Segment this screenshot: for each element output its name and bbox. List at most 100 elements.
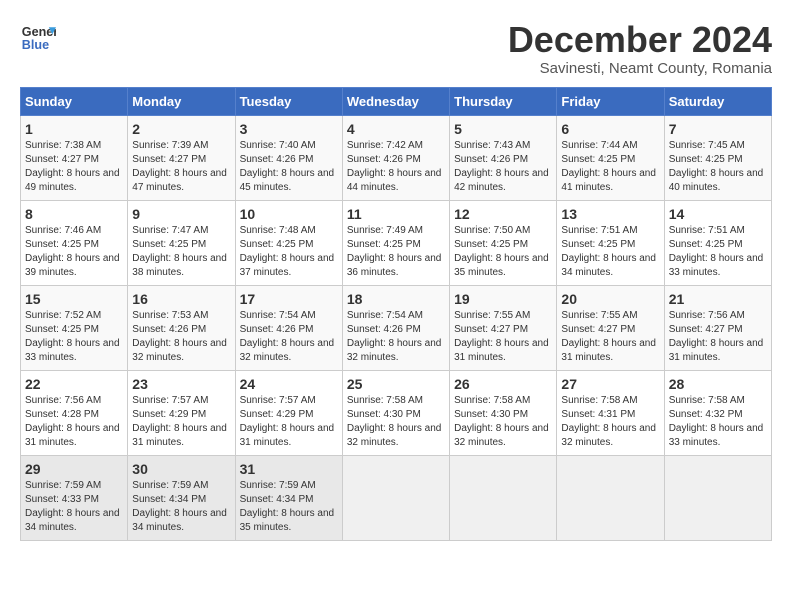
calendar-week-row: 22 Sunrise: 7:56 AM Sunset: 4:28 PM Dayli… xyxy=(21,370,772,455)
cell-info: Sunrise: 7:38 AM Sunset: 4:27 PM Dayligh… xyxy=(25,139,123,195)
cell-info: Sunrise: 7:49 AM Sunset: 4:25 PM Dayligh… xyxy=(347,224,445,280)
page-header: General Blue December 2024 Savinesti, Ne… xyxy=(20,20,772,77)
calendar-cell xyxy=(450,455,557,540)
calendar-cell: 6Sunrise: 7:44 AM Sunset: 4:25 PM Daylig… xyxy=(557,115,664,200)
calendar-cell: 18 Sunrise: 7:54 AM Sunset: 4:26 PM Dayli… xyxy=(342,285,449,370)
day-number: 7 xyxy=(669,121,767,137)
weekday-header: Sunday xyxy=(21,87,128,115)
day-number: 24 xyxy=(240,376,338,392)
cell-info: Sunrise: 7:39 AM Sunset: 4:27 PM Dayligh… xyxy=(132,139,230,195)
weekday-header: Thursday xyxy=(450,87,557,115)
day-number: 25 xyxy=(347,376,445,392)
day-number: 23 xyxy=(132,376,230,392)
day-number: 3 xyxy=(240,121,338,137)
calendar-cell: 7 Sunrise: 7:45 AM Sunset: 4:25 PM Daylig… xyxy=(664,115,771,200)
calendar-cell: 14 Sunrise: 7:51 AM Sunset: 4:25 PM Dayli… xyxy=(664,200,771,285)
cell-info: Sunrise: 7:58 AM Sunset: 4:32 PM Dayligh… xyxy=(669,394,767,450)
cell-info: Sunrise: 7:47 AM Sunset: 4:25 PM Dayligh… xyxy=(132,224,230,280)
day-number: 20 xyxy=(561,291,659,307)
cell-info: Sunrise: 7:54 AM Sunset: 4:26 PM Dayligh… xyxy=(240,309,338,365)
calendar-cell: 17 Sunrise: 7:54 AM Sunset: 4:26 PM Dayli… xyxy=(235,285,342,370)
day-number: 2 xyxy=(132,121,230,137)
calendar-cell: 19 Sunrise: 7:55 AM Sunset: 4:27 PM Dayli… xyxy=(450,285,557,370)
calendar-cell: 16Sunrise: 7:53 AM Sunset: 4:26 PM Dayli… xyxy=(128,285,235,370)
calendar-cell xyxy=(557,455,664,540)
weekday-header: Monday xyxy=(128,87,235,115)
cell-info: Sunrise: 7:48 AM Sunset: 4:25 PM Dayligh… xyxy=(240,224,338,280)
cell-info: Sunrise: 7:59 AM Sunset: 4:34 PM Dayligh… xyxy=(240,479,338,535)
cell-info: Sunrise: 7:55 AM Sunset: 4:27 PM Dayligh… xyxy=(561,309,659,365)
calendar-cell: 30 Sunrise: 7:59 AM Sunset: 4:34 PM Dayli… xyxy=(128,455,235,540)
cell-info: Sunrise: 7:55 AM Sunset: 4:27 PM Dayligh… xyxy=(454,309,552,365)
calendar-cell: 13 Sunrise: 7:51 AM Sunset: 4:25 PM Dayli… xyxy=(557,200,664,285)
day-number: 9 xyxy=(132,206,230,222)
calendar-header-row: SundayMondayTuesdayWednesdayThursdayFrid… xyxy=(21,87,772,115)
day-number: 27 xyxy=(561,376,659,392)
calendar-cell: 20 Sunrise: 7:55 AM Sunset: 4:27 PM Dayli… xyxy=(557,285,664,370)
cell-info: Sunrise: 7:50 AM Sunset: 4:25 PM Dayligh… xyxy=(454,224,552,280)
cell-info: Sunrise: 7:44 AM Sunset: 4:25 PM Dayligh… xyxy=(561,139,659,195)
cell-info: Sunrise: 7:57 AM Sunset: 4:29 PM Dayligh… xyxy=(240,394,338,450)
calendar-body: 1Sunrise: 7:38 AM Sunset: 4:27 PM Daylig… xyxy=(21,115,772,540)
cell-info: Sunrise: 7:56 AM Sunset: 4:28 PM Dayligh… xyxy=(25,394,123,450)
cell-info: Sunrise: 7:43 AM Sunset: 4:26 PM Dayligh… xyxy=(454,139,552,195)
calendar-cell: 12 Sunrise: 7:50 AM Sunset: 4:25 PM Dayli… xyxy=(450,200,557,285)
cell-info: Sunrise: 7:45 AM Sunset: 4:25 PM Dayligh… xyxy=(669,139,767,195)
day-number: 5 xyxy=(454,121,552,137)
calendar-week-row: 8 Sunrise: 7:46 AM Sunset: 4:25 PM Daylig… xyxy=(21,200,772,285)
day-number: 26 xyxy=(454,376,552,392)
calendar-cell: 26Sunrise: 7:58 AM Sunset: 4:30 PM Dayli… xyxy=(450,370,557,455)
cell-info: Sunrise: 7:59 AM Sunset: 4:34 PM Dayligh… xyxy=(132,479,230,535)
day-number: 18 xyxy=(347,291,445,307)
calendar-cell: 11 Sunrise: 7:49 AM Sunset: 4:25 PM Dayli… xyxy=(342,200,449,285)
day-number: 15 xyxy=(25,291,123,307)
calendar-cell: 2 Sunrise: 7:39 AM Sunset: 4:27 PM Daylig… xyxy=(128,115,235,200)
day-number: 13 xyxy=(561,206,659,222)
calendar-cell: 31 Sunrise: 7:59 AM Sunset: 4:34 PM Dayli… xyxy=(235,455,342,540)
cell-info: Sunrise: 7:51 AM Sunset: 4:25 PM Dayligh… xyxy=(669,224,767,280)
logo-icon: General Blue xyxy=(20,20,56,56)
calendar-cell: 24 Sunrise: 7:57 AM Sunset: 4:29 PM Dayli… xyxy=(235,370,342,455)
calendar-week-row: 1Sunrise: 7:38 AM Sunset: 4:27 PM Daylig… xyxy=(21,115,772,200)
day-number: 31 xyxy=(240,461,338,477)
calendar-cell: 4 Sunrise: 7:42 AM Sunset: 4:26 PM Daylig… xyxy=(342,115,449,200)
cell-info: Sunrise: 7:58 AM Sunset: 4:31 PM Dayligh… xyxy=(561,394,659,450)
logo: General Blue xyxy=(20,20,56,56)
day-number: 19 xyxy=(454,291,552,307)
cell-info: Sunrise: 7:59 AM Sunset: 4:33 PM Dayligh… xyxy=(25,479,123,535)
cell-info: Sunrise: 7:53 AM Sunset: 4:26 PM Dayligh… xyxy=(132,309,230,365)
calendar-week-row: 15 Sunrise: 7:52 AM Sunset: 4:25 PM Dayli… xyxy=(21,285,772,370)
cell-info: Sunrise: 7:54 AM Sunset: 4:26 PM Dayligh… xyxy=(347,309,445,365)
day-number: 12 xyxy=(454,206,552,222)
cell-info: Sunrise: 7:52 AM Sunset: 4:25 PM Dayligh… xyxy=(25,309,123,365)
svg-text:Blue: Blue xyxy=(22,38,49,52)
day-number: 4 xyxy=(347,121,445,137)
calendar-cell: 27 Sunrise: 7:58 AM Sunset: 4:31 PM Dayli… xyxy=(557,370,664,455)
title-block: December 2024 Savinesti, Neamt County, R… xyxy=(508,20,772,77)
day-number: 21 xyxy=(669,291,767,307)
cell-info: Sunrise: 7:40 AM Sunset: 4:26 PM Dayligh… xyxy=(240,139,338,195)
day-number: 17 xyxy=(240,291,338,307)
calendar-cell: 5 Sunrise: 7:43 AM Sunset: 4:26 PM Daylig… xyxy=(450,115,557,200)
location-subtitle: Savinesti, Neamt County, Romania xyxy=(508,60,772,77)
cell-info: Sunrise: 7:42 AM Sunset: 4:26 PM Dayligh… xyxy=(347,139,445,195)
calendar-cell xyxy=(342,455,449,540)
month-title: December 2024 xyxy=(508,20,772,60)
cell-info: Sunrise: 7:51 AM Sunset: 4:25 PM Dayligh… xyxy=(561,224,659,280)
weekday-header: Tuesday xyxy=(235,87,342,115)
day-number: 14 xyxy=(669,206,767,222)
weekday-header: Wednesday xyxy=(342,87,449,115)
day-number: 8 xyxy=(25,206,123,222)
calendar-cell: 28Sunrise: 7:58 AM Sunset: 4:32 PM Dayli… xyxy=(664,370,771,455)
day-number: 22 xyxy=(25,376,123,392)
calendar-cell: 15 Sunrise: 7:52 AM Sunset: 4:25 PM Dayli… xyxy=(21,285,128,370)
calendar-cell: 22 Sunrise: 7:56 AM Sunset: 4:28 PM Dayli… xyxy=(21,370,128,455)
day-number: 11 xyxy=(347,206,445,222)
day-number: 30 xyxy=(132,461,230,477)
day-number: 10 xyxy=(240,206,338,222)
calendar-week-row: 29 Sunrise: 7:59 AM Sunset: 4:33 PM Dayli… xyxy=(21,455,772,540)
day-number: 29 xyxy=(25,461,123,477)
calendar-cell: 23Sunrise: 7:57 AM Sunset: 4:29 PM Dayli… xyxy=(128,370,235,455)
cell-info: Sunrise: 7:46 AM Sunset: 4:25 PM Dayligh… xyxy=(25,224,123,280)
calendar-cell: 3 Sunrise: 7:40 AM Sunset: 4:26 PM Daylig… xyxy=(235,115,342,200)
